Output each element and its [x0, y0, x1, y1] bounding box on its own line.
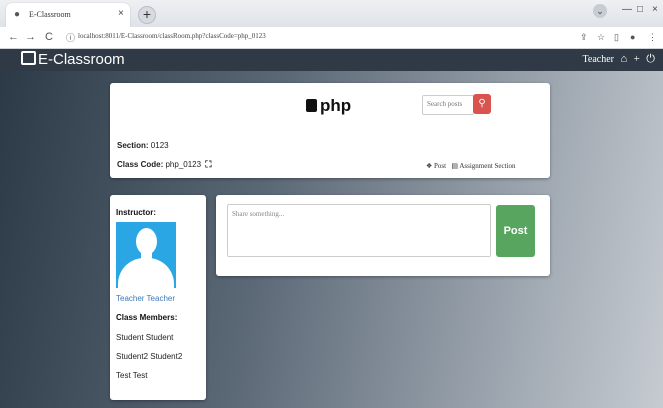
share-placeholder: Share something...	[232, 210, 285, 218]
power-icon[interactable]: ⏻	[646, 53, 655, 65]
window-close-button[interactable]: ×	[652, 4, 658, 15]
post-link-label: Post	[434, 162, 447, 170]
assignment-link[interactable]: ▤ Assignment Section	[451, 162, 515, 170]
window-minimize-button[interactable]: —	[622, 4, 632, 15]
browser-tab[interactable]: ● E-Classroom ×	[6, 3, 130, 27]
brand-link[interactable]: E-Classroom	[21, 51, 125, 68]
back-button[interactable]: ←	[8, 31, 19, 43]
assignment-link-label: Assignment Section	[459, 162, 516, 170]
section-info: Section: 0123	[117, 141, 169, 150]
browser-menu-icon[interactable]: ⋮	[648, 32, 657, 43]
instructor-label: Instructor:	[116, 208, 156, 217]
search-button[interactable]: ⚲	[473, 94, 491, 114]
class-header-card: php Search posts ⚲ Section: 0123 Class C…	[110, 83, 550, 178]
add-icon[interactable]: +	[634, 53, 640, 65]
brand-text: E-Classroom	[38, 51, 125, 68]
classroom-logo-icon	[21, 51, 36, 65]
bookmark-star-icon[interactable]: ☆	[597, 32, 605, 43]
site-info-icon[interactable]: ⓘ	[66, 31, 75, 44]
classcode-label: Class Code:	[117, 160, 164, 169]
member-item: Test Test	[116, 371, 148, 380]
browser-tab-bar: ● E-Classroom × + ⌄ — □ ×	[0, 0, 663, 27]
classcode-value: php_0123	[165, 160, 202, 169]
url-text: localhost:8011/E-Classroom/classRoom.php…	[78, 32, 266, 40]
class-code-info: Class Code: php_0123 ⛶	[117, 159, 212, 170]
class-title-text: php	[320, 96, 352, 115]
app-navbar: E-Classroom Teacher ⌂ + ⏻	[0, 49, 663, 71]
url-field[interactable]: ⓘ localhost:8011/E-Classroom/classRoom.p…	[66, 30, 571, 45]
header-links: ❖ Post ▤ Assignment Section	[426, 162, 516, 170]
tab-close-icon[interactable]: ×	[118, 8, 124, 19]
members-label: Class Members:	[116, 313, 178, 322]
tab-search-dropdown-icon[interactable]: ⌄	[593, 4, 607, 18]
share-icon[interactable]: ⇪	[580, 32, 588, 43]
section-label: Section:	[117, 141, 149, 150]
search-icon: ⚲	[478, 98, 486, 109]
instructor-avatar	[116, 222, 176, 288]
expand-icon[interactable]: ⛶	[205, 159, 211, 169]
home-icon[interactable]: ⌂	[620, 53, 627, 65]
class-logo-icon	[306, 99, 317, 112]
post-composer-card: Share something... Post	[216, 195, 550, 276]
new-tab-button[interactable]: +	[138, 6, 156, 24]
tab-favicon-icon: ●	[14, 9, 21, 20]
post-link[interactable]: ❖ Post	[426, 162, 446, 170]
profile-icon[interactable]: ●	[630, 32, 635, 42]
user-label: Teacher	[582, 54, 614, 65]
members-sidebar: Instructor: Teacher Teacher Class Member…	[110, 195, 206, 400]
reload-button[interactable]: C	[45, 31, 53, 43]
browser-address-bar: ← → C ⓘ localhost:8011/E-Classroom/class…	[0, 27, 663, 49]
page-background: php Search posts ⚲ Section: 0123 Class C…	[0, 71, 663, 408]
search-input[interactable]: Search posts	[422, 95, 474, 115]
forward-button[interactable]: →	[25, 31, 36, 43]
search-placeholder: Search posts	[427, 100, 463, 108]
sidebar-toggle-icon[interactable]: ▯	[614, 32, 619, 43]
section-value: 0123	[150, 141, 169, 150]
post-button[interactable]: Post	[496, 205, 535, 257]
tab-title: E-Classroom	[29, 10, 71, 19]
member-item: Student2 Student2	[116, 352, 183, 361]
member-item: Student Student	[116, 333, 174, 342]
navbar-user-menu: Teacher ⌂ + ⏻	[582, 53, 655, 66]
window-maximize-button[interactable]: □	[637, 4, 643, 15]
share-textarea[interactable]: Share something...	[227, 204, 491, 257]
avatar-body-shape	[118, 258, 174, 288]
instructor-name-link[interactable]: Teacher Teacher	[116, 294, 175, 303]
class-title: php	[306, 96, 351, 116]
